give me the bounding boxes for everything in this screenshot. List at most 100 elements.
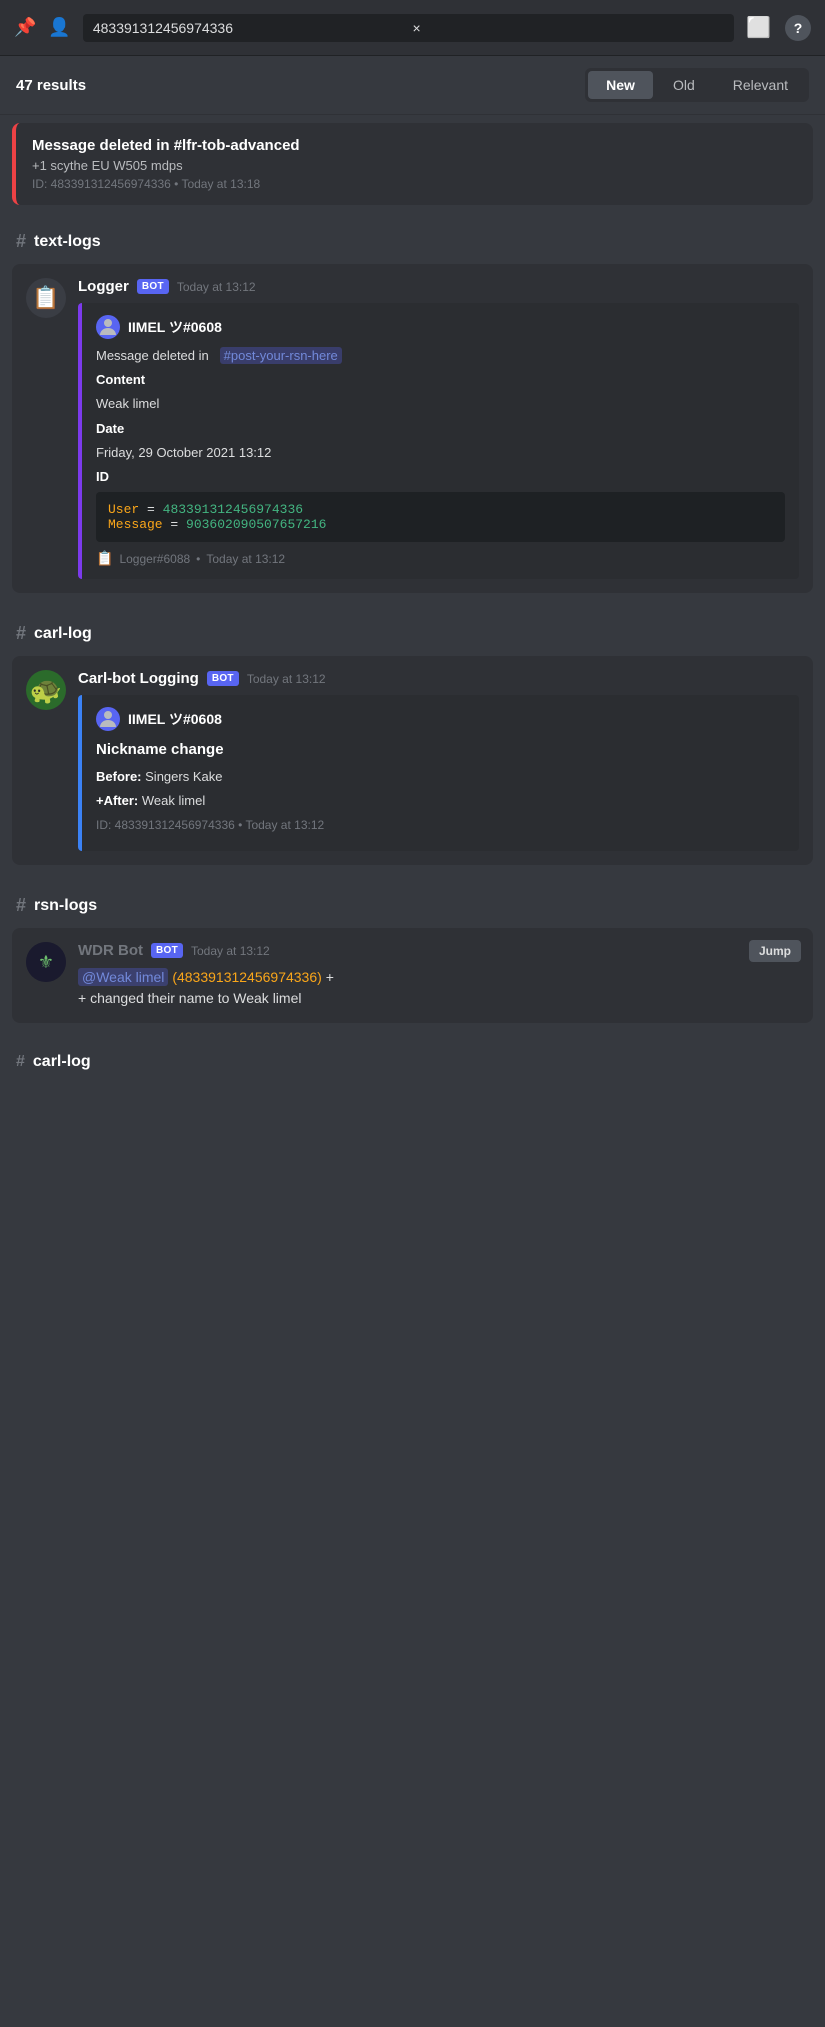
logger-bot-badge: BOT bbox=[137, 279, 169, 294]
carlbot-name: Carl-bot Logging bbox=[78, 670, 199, 687]
hash-icon-carl-2: # bbox=[16, 1053, 25, 1071]
carlbot-embed-before: Before: Singers Kake bbox=[96, 768, 785, 786]
wdr-message-card: ⚜ WDR Bot BOT Today at 13:12 @Weak limel… bbox=[12, 928, 813, 1023]
carlbot-embed-avatar bbox=[96, 707, 120, 731]
wdr-user-mention[interactable]: @Weak limel bbox=[78, 968, 168, 986]
search-value: 483391312456974336 bbox=[93, 20, 405, 36]
search-bar[interactable]: 483391312456974336 × bbox=[83, 14, 734, 42]
carlbot-embed-after: +After: Weak limel bbox=[96, 792, 785, 810]
logger-embed-code-block: User = 483391312456974336 Message = 9036… bbox=[96, 492, 785, 542]
logger-embed-id-label: ID bbox=[96, 468, 785, 486]
inbox-button[interactable]: ⬜ bbox=[746, 15, 771, 40]
logger-code-user-line: User = 483391312456974336 bbox=[108, 502, 773, 517]
logger-embed-date-value: Friday, 29 October 2021 13:12 bbox=[96, 444, 785, 462]
clear-search-button[interactable]: × bbox=[412, 20, 724, 36]
carlbot-message-card: 🐢 Carl-bot Logging BOT Today at 13:12 II… bbox=[12, 656, 813, 865]
logger-embed-deleted-text: Message deleted in #post-your-rsn-here bbox=[96, 347, 785, 365]
deleted-message-meta: ID: 483391312456974336 • Today at 13:18 bbox=[32, 177, 797, 191]
logger-footer-timestamp: Today at 13:12 bbox=[206, 552, 285, 566]
hash-icon-carl: # bbox=[16, 623, 26, 644]
logger-code-eq2: = bbox=[170, 517, 186, 532]
section-header-text-logs: # text-logs bbox=[0, 213, 825, 260]
top-bar-right: ⬜ ? bbox=[746, 15, 811, 41]
logger-bot-name: Logger bbox=[78, 278, 129, 295]
jump-button[interactable]: Jump bbox=[749, 940, 801, 962]
results-bar: 47 results New Old Relevant bbox=[0, 56, 825, 115]
wdr-id-ref: (483391312456974336) bbox=[172, 969, 321, 985]
section-label-carl-log-2: carl-log bbox=[33, 1053, 91, 1071]
wdr-bot-name: WDR Bot bbox=[78, 942, 143, 959]
footer-dot: • bbox=[196, 552, 200, 566]
logger-code-user-val: 483391312456974336 bbox=[163, 502, 303, 517]
carlbot-embed-title: Nickname change bbox=[96, 739, 785, 760]
carlbot-before-label: Before: bbox=[96, 769, 142, 784]
carlbot-bot-badge: BOT bbox=[207, 671, 239, 686]
deleted-message-title: Message deleted in #lfr-tob-advanced bbox=[32, 137, 797, 154]
logger-embed-date-label: Date bbox=[96, 420, 785, 438]
pin-icon[interactable]: 📌 bbox=[14, 17, 36, 38]
logger-timestamp: Today at 13:12 bbox=[177, 280, 256, 294]
logger-embed-footer: 📋 Logger#6088 • Today at 13:12 bbox=[96, 550, 785, 567]
logger-id-label: ID bbox=[96, 469, 109, 484]
filter-relevant[interactable]: Relevant bbox=[715, 71, 806, 99]
wdr-message-text: @Weak limel (483391312456974336) + + cha… bbox=[78, 967, 799, 1009]
carlbot-after-value: Weak limel bbox=[142, 793, 205, 808]
section-label-rsn-logs: rsn-logs bbox=[34, 897, 97, 915]
deleted-message-card-top: Message deleted in #lfr-tob-advanced +1 … bbox=[12, 123, 813, 205]
user-icon[interactable]: 👤 bbox=[48, 17, 70, 38]
logger-embed-user-row: IIMEL ツ#0608 bbox=[96, 315, 785, 339]
logger-footer-text: Logger#6088 bbox=[119, 552, 190, 566]
carlbot-nickname-title: Nickname change bbox=[96, 741, 224, 758]
carlbot-message-body: Carl-bot Logging BOT Today at 13:12 IIME… bbox=[78, 670, 799, 851]
carlbot-after-label: +After: bbox=[96, 793, 138, 808]
logger-deleted-prefix: Message deleted in bbox=[96, 348, 209, 363]
svg-text:⚜: ⚜ bbox=[38, 952, 54, 972]
carlbot-embed-user-row: IIMEL ツ#0608 bbox=[96, 707, 785, 731]
carlbot-embed-meta: ID: 483391312456974336 • Today at 13:12 bbox=[96, 817, 785, 834]
logger-message-card: 📋 Logger BOT Today at 13:12 IIMEL ツ#0608… bbox=[12, 264, 813, 593]
logger-embed-username: IIMEL ツ#0608 bbox=[128, 317, 222, 337]
logger-embed-content-label: Content bbox=[96, 371, 785, 389]
section-header-carl-log-2: # carl-log bbox=[0, 1035, 825, 1079]
carlbot-before-value: Singers Kake bbox=[145, 769, 222, 784]
logger-code-user-key: User bbox=[108, 502, 139, 517]
help-button[interactable]: ? bbox=[785, 15, 811, 41]
wdr-bot-badge: BOT bbox=[151, 943, 183, 958]
logger-code-message-line: Message = 903602090507657216 bbox=[108, 517, 773, 532]
carlbot-embed: IIMEL ツ#0608 Nickname change Before: Sin… bbox=[78, 695, 799, 851]
logger-embed-content-value: Weak limel bbox=[96, 395, 785, 413]
filter-tabs: New Old Relevant bbox=[585, 68, 809, 102]
logger-channel-mention[interactable]: #post-your-rsn-here bbox=[220, 347, 342, 364]
logger-embed-avatar bbox=[96, 315, 120, 339]
logger-avatar: 📋 bbox=[26, 278, 66, 318]
logger-footer-icon: 📋 bbox=[96, 550, 113, 567]
wdr-suffix: + changed their name to Weak limel bbox=[78, 990, 301, 1006]
logger-embed: IIMEL ツ#0608 Message deleted in #post-yo… bbox=[78, 303, 799, 579]
logger-message-header: Logger BOT Today at 13:12 bbox=[78, 278, 799, 295]
carlbot-timestamp: Today at 13:12 bbox=[247, 672, 326, 686]
results-count: 47 results bbox=[16, 77, 575, 94]
logger-content-label: Content bbox=[96, 372, 145, 387]
filter-new[interactable]: New bbox=[588, 71, 653, 99]
carlbot-embed-username: IIMEL ツ#0608 bbox=[128, 709, 222, 729]
filter-old[interactable]: Old bbox=[655, 71, 713, 99]
wdr-avatar: ⚜ bbox=[26, 942, 66, 982]
logger-code-eq1: = bbox=[147, 502, 163, 517]
hash-icon: # bbox=[16, 231, 26, 252]
logger-message-body: Logger BOT Today at 13:12 IIMEL ツ#0608 M… bbox=[78, 278, 799, 579]
deleted-message-desc: +1 scythe EU W505 mdps bbox=[32, 158, 797, 173]
logger-code-message-key: Message bbox=[108, 517, 163, 532]
logger-code-message-val: 903602090507657216 bbox=[186, 517, 326, 532]
wdr-timestamp: Today at 13:12 bbox=[191, 944, 270, 958]
section-header-rsn-logs: # rsn-logs bbox=[0, 877, 825, 924]
section-header-carl-log: # carl-log bbox=[0, 605, 825, 652]
wdr-message-body: WDR Bot BOT Today at 13:12 @Weak limel (… bbox=[78, 942, 799, 1009]
logger-date-label: Date bbox=[96, 421, 124, 436]
section-label-carl-log: carl-log bbox=[34, 625, 92, 643]
section-label-text-logs: text-logs bbox=[34, 233, 101, 251]
carlbot-message-header: Carl-bot Logging BOT Today at 13:12 bbox=[78, 670, 799, 687]
carlbot-avatar: 🐢 bbox=[26, 670, 66, 710]
wdr-message-header: WDR Bot BOT Today at 13:12 bbox=[78, 942, 799, 959]
hash-icon-rsn: # bbox=[16, 895, 26, 916]
top-bar: 📌 👤 483391312456974336 × ⬜ ? bbox=[0, 0, 825, 56]
